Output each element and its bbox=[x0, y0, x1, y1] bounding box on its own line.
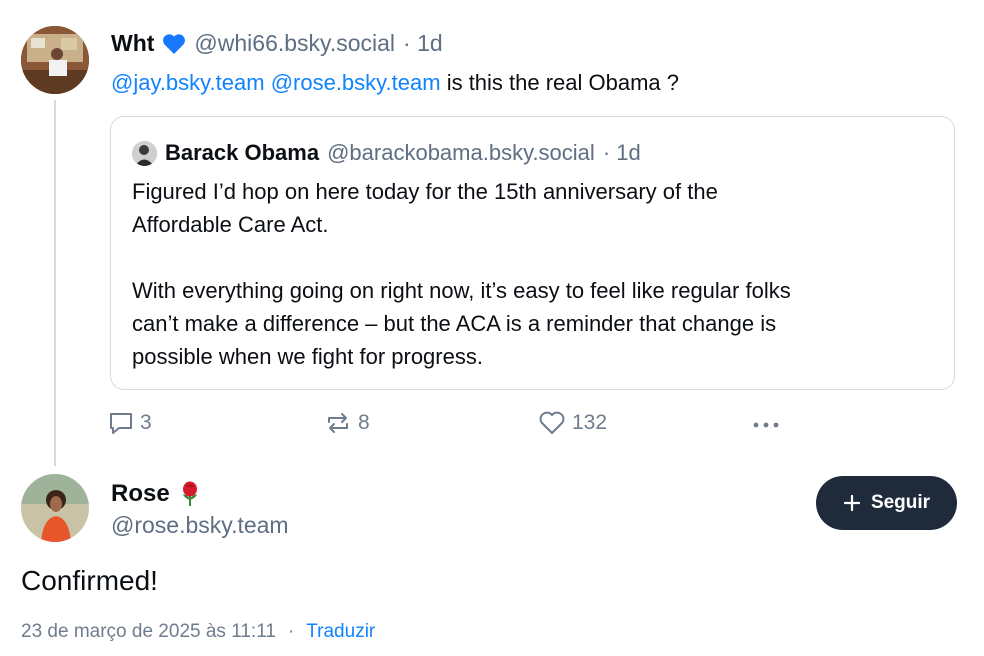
obama-avatar[interactable] bbox=[132, 140, 157, 166]
quoted-text-line: possible when we fight for progress. bbox=[132, 344, 483, 369]
quoted-author-name[interactable]: Barack Obama bbox=[165, 140, 319, 166]
quoted-text-line: Figured I’d hop on here today for the 15… bbox=[132, 179, 718, 204]
repost-button[interactable]: 8 bbox=[324, 410, 370, 436]
translate-link[interactable]: Traduzir bbox=[306, 621, 375, 643]
quoted-text-line: With everything going on right now, it’s… bbox=[132, 278, 791, 303]
post-action-bar: 3 8 132 bbox=[108, 410, 788, 438]
follow-button[interactable]: Seguir bbox=[816, 476, 957, 530]
parent-author-name[interactable]: Wht bbox=[111, 30, 154, 57]
parent-post-time[interactable]: · 1d bbox=[403, 30, 443, 57]
reply-icon bbox=[108, 410, 134, 436]
blue-heart-icon bbox=[162, 33, 186, 55]
plus-icon bbox=[843, 494, 861, 512]
reply-author-row: Rose bbox=[111, 480, 202, 508]
footer-separator: · bbox=[287, 621, 295, 642]
ellipsis-icon bbox=[750, 412, 782, 438]
reply-footer: 23 de março de 2025 às 11:11 · Traduzir bbox=[21, 621, 375, 643]
quoted-author-handle[interactable]: @barackobama.bsky.social bbox=[327, 140, 595, 166]
rose-icon bbox=[178, 480, 202, 508]
rose-avatar[interactable] bbox=[21, 474, 89, 542]
reply-author-handle[interactable]: @rose.bsky.team bbox=[111, 512, 289, 539]
parent-post-text: @jay.bsky.team @rose.bsky.team is this t… bbox=[111, 66, 679, 99]
like-button[interactable]: 132 bbox=[538, 410, 607, 436]
like-count: 132 bbox=[572, 411, 608, 434]
quoted-text-line: Affordable Care Act. bbox=[132, 212, 329, 237]
quoted-post-body: Figured I’d hop on here today for the 15… bbox=[132, 175, 942, 373]
parent-post-body: is this the real Obama ? bbox=[446, 70, 680, 95]
parent-post-header: Wht @whi66.bsky.social · 1d bbox=[111, 30, 443, 57]
reply-button[interactable]: 3 bbox=[108, 410, 152, 436]
mention-rose[interactable]: @rose.bsky.team bbox=[271, 70, 441, 95]
reply-post-text: Confirmed! bbox=[21, 565, 158, 596]
thread-line bbox=[54, 100, 56, 466]
mention-jay[interactable]: @jay.bsky.team bbox=[111, 70, 265, 95]
follow-label: Seguir bbox=[870, 492, 931, 513]
heart-icon bbox=[538, 410, 566, 436]
quoted-post-time: · 1d bbox=[602, 140, 641, 165]
repost-icon bbox=[324, 410, 352, 436]
post-timestamp[interactable]: 23 de março de 2025 às 11:11 bbox=[21, 621, 276, 643]
quoted-post-header: Barack Obama @barackobama.bsky.social · … bbox=[132, 140, 641, 166]
parent-author-handle[interactable]: @whi66.bsky.social bbox=[194, 30, 395, 57]
quoted-text-line: can’t make a difference – but the ACA is… bbox=[132, 311, 777, 336]
quoted-post-card[interactable]: Barack Obama @barackobama.bsky.social · … bbox=[110, 116, 955, 390]
wht-avatar[interactable] bbox=[21, 26, 89, 94]
reply-count: 3 bbox=[140, 411, 152, 434]
more-options-button[interactable] bbox=[750, 412, 782, 438]
reply-author-name[interactable]: Rose bbox=[111, 480, 170, 508]
repost-count: 8 bbox=[358, 411, 370, 434]
